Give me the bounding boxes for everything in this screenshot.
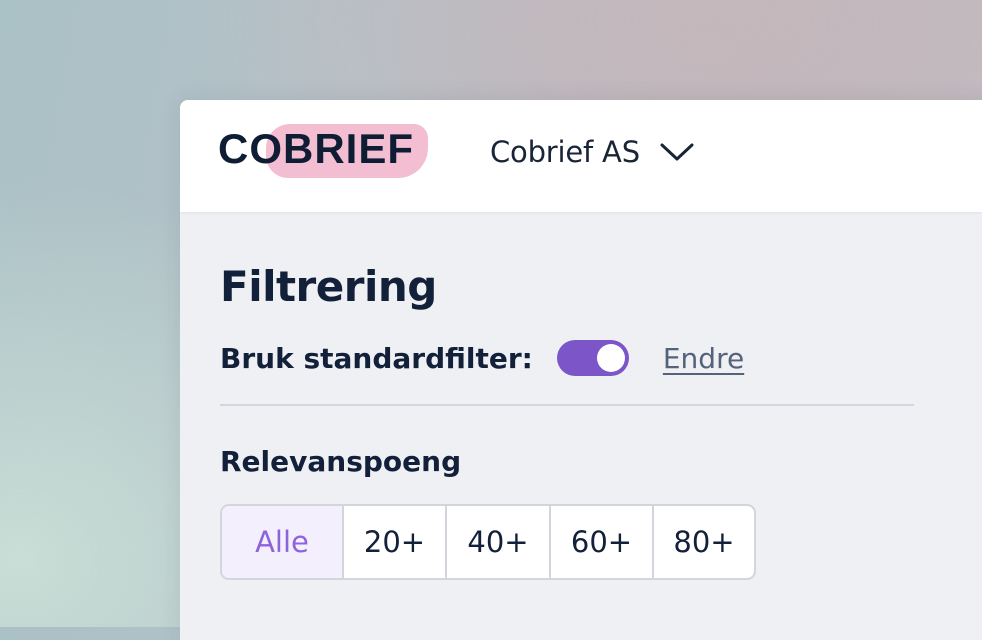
divider: [220, 404, 914, 406]
relevance-title: Relevanspoeng: [220, 445, 462, 478]
relevance-option-20[interactable]: 20+: [342, 506, 445, 578]
cobrief-logo[interactable]: COBRIEF: [218, 122, 430, 180]
app-window: COBRIEF Cobrief AS Filtrering Bruk stand…: [180, 100, 982, 640]
relevance-option-80[interactable]: 80+: [652, 506, 754, 578]
relevance-option-60[interactable]: 60+: [549, 506, 652, 578]
standard-filter-label: Bruk standardfilter:: [220, 341, 533, 375]
edit-filter-link[interactable]: Endre: [663, 342, 744, 375]
standard-filter-toggle[interactable]: [556, 340, 629, 376]
company-name: Cobrief AS: [490, 135, 640, 169]
relevance-segmented-control: Alle 20+ 40+ 60+ 80+: [220, 504, 756, 580]
logo-wordmark: COBRIEF: [218, 125, 414, 172]
toggle-knob: [596, 344, 625, 372]
standard-filter-row: Bruk standardfilter: Endre: [220, 340, 744, 376]
chevron-down-icon: [660, 143, 694, 161]
relevance-option-40[interactable]: 40+: [445, 506, 549, 578]
company-selector[interactable]: Cobrief AS: [490, 132, 694, 172]
page-title: Filtrering: [220, 262, 437, 311]
top-bar: COBRIEF Cobrief AS: [180, 100, 982, 212]
relevance-option-alle[interactable]: Alle: [222, 506, 342, 578]
